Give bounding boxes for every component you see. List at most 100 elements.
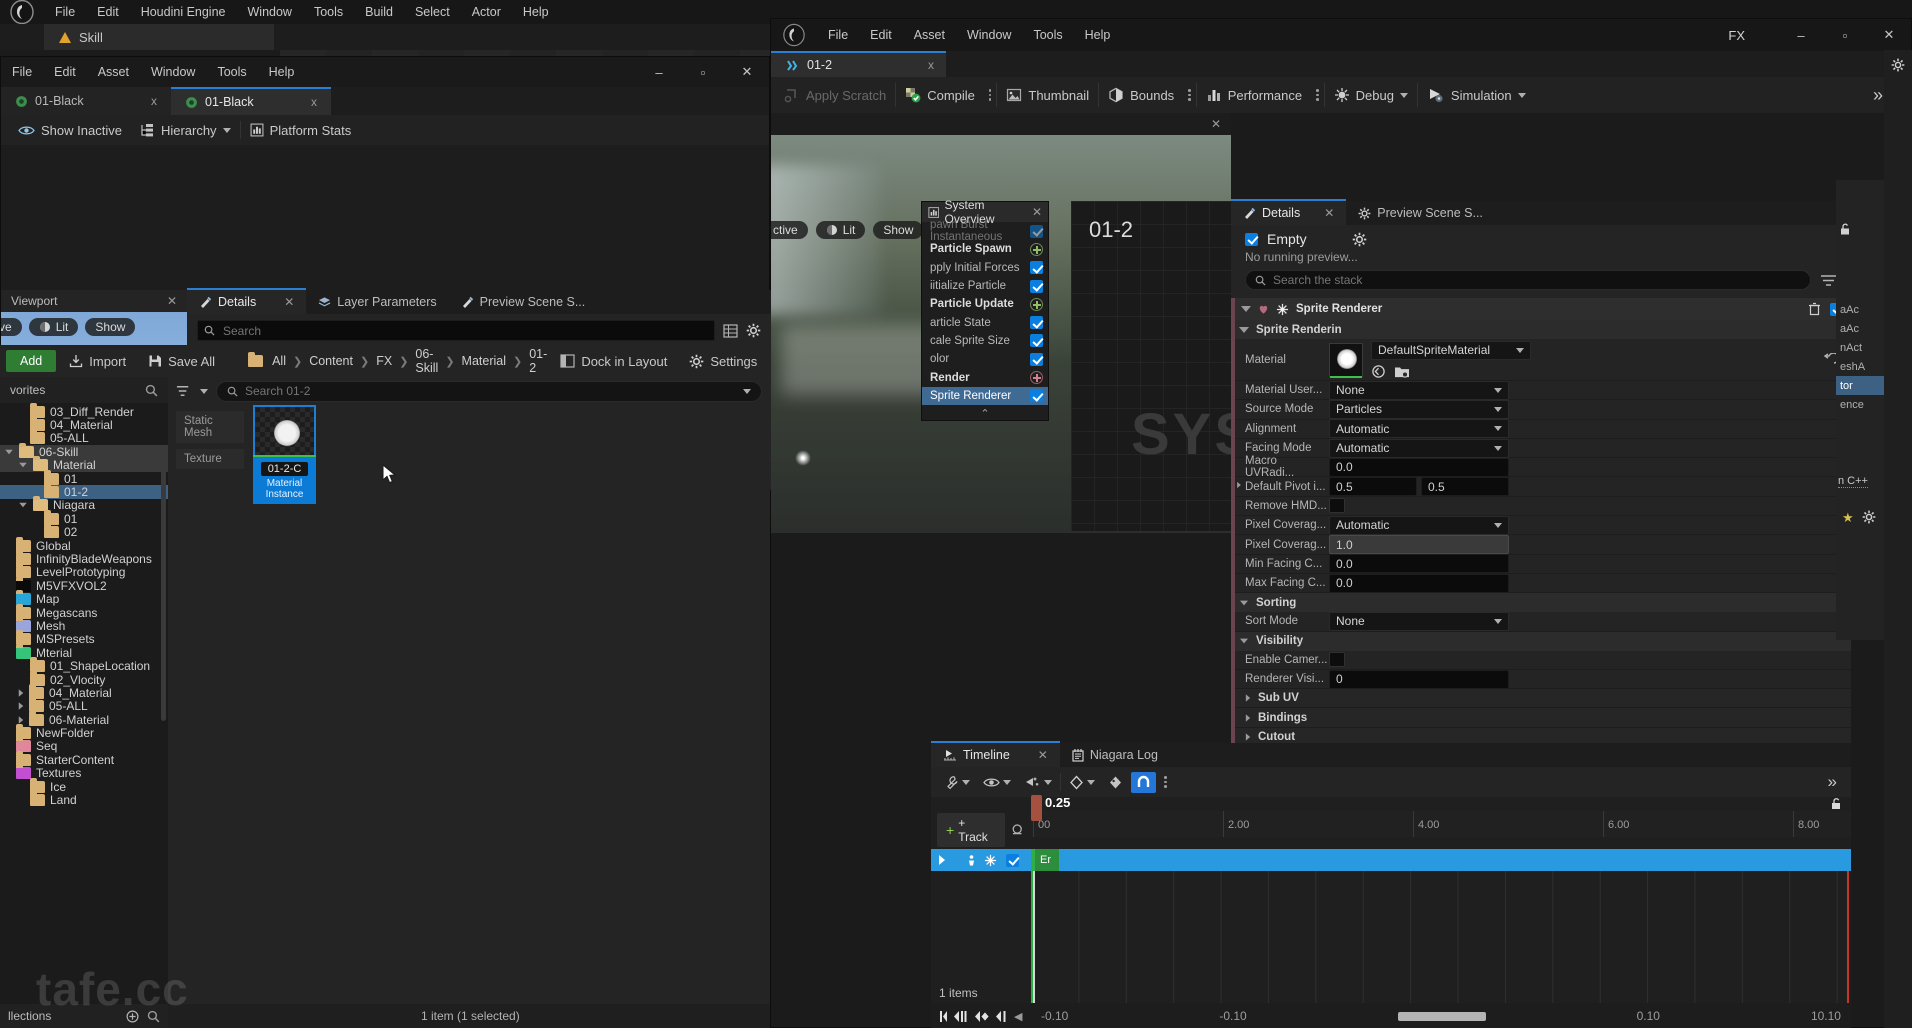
tree-collapse-icon[interactable]: [19, 503, 27, 508]
property-input[interactable]: 0.0: [1329, 573, 1509, 593]
property-input[interactable]: 0: [1329, 669, 1509, 689]
mat-minimize-button[interactable]: –: [637, 57, 681, 87]
star-icon[interactable]: ★: [1842, 510, 1854, 526]
tree-item[interactable]: Mesh: [0, 616, 168, 633]
edge-gear-icon[interactable]: [1884, 50, 1912, 80]
niagara-menu-edit[interactable]: Edit: [859, 25, 903, 45]
add-collection-icon[interactable]: [126, 1009, 139, 1023]
simulation-button[interactable]: Simulation: [1418, 83, 1535, 107]
menu-tools[interactable]: Tools: [303, 2, 354, 22]
niagara-menu-window[interactable]: Window: [956, 25, 1022, 45]
content-settings-button[interactable]: Settings: [680, 350, 766, 373]
mat-menu-file[interactable]: File: [1, 62, 43, 82]
tree-item[interactable]: 01_ShapeLocation: [0, 657, 168, 673]
menu-file[interactable]: File: [44, 2, 86, 22]
tree-expand-icon[interactable]: [18, 715, 24, 724]
breadcrumb-item[interactable]: Content: [309, 354, 353, 368]
asset-search-input[interactable]: [245, 384, 736, 398]
tab-material-preview-scene[interactable]: Preview Scene S...: [449, 290, 598, 314]
mat-close-button[interactable]: ✕: [725, 57, 769, 87]
tree-item[interactable]: MSPresets: [0, 630, 168, 646]
search-icon[interactable]: [145, 384, 158, 397]
mat-menu-help[interactable]: Help: [258, 62, 306, 82]
timeline-snap-shape-button[interactable]: [1103, 772, 1128, 793]
filter-chip-static-mesh[interactable]: Static Mesh: [176, 411, 244, 443]
lock-icon[interactable]: [1829, 797, 1843, 810]
property-input-x[interactable]: 0.5: [1329, 477, 1417, 497]
sprite-rendering-section[interactable]: Sprite Renderin: [1231, 320, 1851, 339]
breadcrumb-item[interactable]: Material: [462, 354, 506, 368]
niagara-asset-tab[interactable]: 01-2 x: [771, 51, 946, 77]
module-enabled-checkbox[interactable]: [1030, 279, 1043, 293]
timeline-keyframe-button[interactable]: [1064, 772, 1100, 793]
menu-actor[interactable]: Actor: [461, 2, 512, 22]
dock-in-layout-button[interactable]: Dock in Layout: [551, 350, 676, 373]
system-overview-close[interactable]: ✕: [1032, 205, 1042, 219]
property-expand-icon[interactable]: [1237, 482, 1241, 489]
property-checkbox[interactable]: [1329, 498, 1345, 514]
section-expand-icon[interactable]: [1245, 733, 1251, 741]
tab-preview-scene-settings[interactable]: Preview Scene S...: [1346, 201, 1495, 225]
property-combo[interactable]: Automatic: [1329, 515, 1509, 535]
playhead-handle[interactable]: [1031, 795, 1042, 821]
performance-options-button[interactable]: [1311, 89, 1324, 101]
tree-item[interactable]: StarterContent: [0, 750, 168, 767]
system-overview-row[interactable]: article State: [922, 313, 1048, 331]
previous-key-icon[interactable]: [974, 1010, 990, 1023]
performance-button[interactable]: Performance: [1197, 83, 1311, 107]
tab-layer-parameters[interactable]: Layer Parameters: [306, 290, 448, 314]
section-expand-icon[interactable]: [1245, 694, 1251, 702]
niagara-menu-help[interactable]: Help: [1074, 25, 1122, 45]
search-icon[interactable]: [147, 1010, 160, 1023]
collapsed-section-header[interactable]: Sub UV: [1231, 689, 1851, 709]
hierarchy-button[interactable]: Hierarchy: [131, 119, 240, 142]
tab-details[interactable]: Details ✕: [1231, 199, 1347, 225]
material-settings-gear-icon[interactable]: [746, 323, 761, 338]
apply-scratch-button[interactable]: Apply Scratch: [775, 83, 895, 107]
tab-skill[interactable]: Skill: [44, 24, 274, 50]
tab-niagara-log[interactable]: Niagara Log: [1060, 743, 1170, 767]
niagara-maximize-button[interactable]: ▫: [1823, 20, 1867, 50]
system-overview-row[interactable]: pawn Burst Instantaneous: [922, 219, 1048, 243]
tree-item[interactable]: Textures: [0, 764, 168, 780]
section-expand-icon[interactable]: [1239, 326, 1249, 333]
tab-timeline[interactable]: Timeline ✕: [931, 741, 1060, 767]
bounds-options-button[interactable]: [1183, 89, 1196, 101]
tree-item[interactable]: M5VFXVOL2: [0, 576, 168, 593]
details-section-header[interactable]: Sorting: [1231, 593, 1851, 613]
property-input-y[interactable]: 0.5: [1421, 477, 1509, 497]
property-combo[interactable]: Automatic: [1329, 438, 1509, 458]
property-combo[interactable]: None: [1329, 380, 1509, 400]
tree-item[interactable]: Seq: [0, 737, 168, 753]
tree-item[interactable]: 04_Material: [0, 416, 168, 432]
emitter-settings-gear-icon[interactable]: [1352, 232, 1367, 247]
tree-item[interactable]: 06-Skill: [0, 442, 168, 459]
breadcrumb-item[interactable]: All: [272, 354, 286, 368]
property-input[interactable]: 1.0: [1329, 535, 1509, 555]
import-button[interactable]: Import: [60, 350, 135, 373]
details-tab-close[interactable]: ✕: [1324, 206, 1334, 220]
niagara-menu-asset[interactable]: Asset: [903, 25, 956, 45]
property-combo[interactable]: None: [1329, 611, 1509, 631]
breadcrumb-item[interactable]: FX: [376, 354, 392, 368]
jump-to-start-icon[interactable]: [939, 1010, 948, 1023]
module-enabled-checkbox[interactable]: [1030, 224, 1043, 238]
add-module-icon[interactable]: [1030, 242, 1043, 256]
material-details-tab-close[interactable]: ✕: [284, 295, 294, 309]
property-input[interactable]: 0.0: [1329, 457, 1509, 477]
mat-menu-edit[interactable]: Edit: [43, 62, 87, 82]
system-overview-row[interactable]: Sprite Renderer: [922, 386, 1048, 405]
menu-edit[interactable]: Edit: [86, 2, 130, 22]
module-enabled-checkbox[interactable]: [1030, 261, 1043, 275]
tree-scrollbar[interactable]: [161, 461, 166, 721]
timeline-visibility-button[interactable]: [978, 773, 1016, 792]
bounds-button[interactable]: Bounds: [1099, 83, 1183, 107]
tree-item[interactable]: 02_Vlocity: [0, 670, 168, 687]
range-field-2[interactable]: 0.10: [1637, 1009, 1660, 1023]
track-search-icon[interactable]: [1011, 823, 1025, 837]
tab-material-details[interactable]: Details ✕: [187, 288, 307, 314]
emitter-track-header[interactable]: [931, 849, 1031, 871]
menu-select[interactable]: Select: [404, 2, 461, 22]
reset-material-icon[interactable]: [1821, 353, 1837, 366]
mat-menu-asset[interactable]: Asset: [87, 62, 140, 82]
